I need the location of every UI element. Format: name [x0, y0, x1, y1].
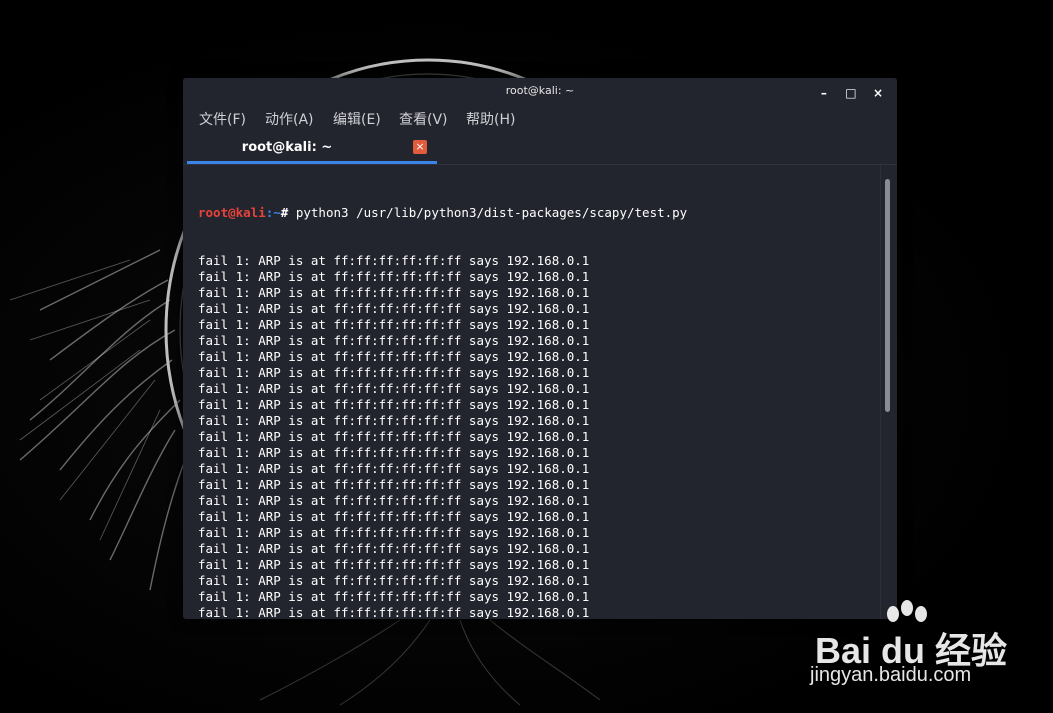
output-line: fail 1: ARP is at ff:ff:ff:ff:ff:ff says… — [198, 509, 590, 524]
output-line: fail 1: ARP is at ff:ff:ff:ff:ff:ff says… — [198, 253, 590, 268]
window-titlebar[interactable]: root@kali: ~ – □ × — [183, 78, 897, 104]
close-button[interactable]: × — [867, 84, 889, 102]
menu-action[interactable]: 动作(A) — [265, 109, 314, 129]
output-line: fail 1: ARP is at ff:ff:ff:ff:ff:ff says… — [198, 525, 590, 540]
scroll-thumb[interactable] — [885, 179, 890, 412]
output-line: fail 1: ARP is at ff:ff:ff:ff:ff:ff says… — [198, 557, 590, 572]
prompt-user: root@kali — [198, 205, 266, 220]
output-line: fail 1: ARP is at ff:ff:ff:ff:ff:ff says… — [198, 333, 590, 348]
baidu-watermark: Bai du 经验 jingyan.baidu.com — [805, 600, 1050, 710]
window-title: root@kali: ~ — [505, 84, 575, 97]
output-line: fail 1: ARP is at ff:ff:ff:ff:ff:ff says… — [198, 445, 590, 460]
terminal-window[interactable]: root@kali: ~ – □ × 文件(F) 动作(A) 编辑(E) 查看(… — [183, 78, 897, 619]
output-line: fail 1: ARP is at ff:ff:ff:ff:ff:ff says… — [198, 397, 590, 412]
prompt-symbol: # — [280, 205, 296, 220]
tab-active-indicator — [187, 161, 437, 164]
output-line: fail 1: ARP is at ff:ff:ff:ff:ff:ff says… — [198, 381, 590, 396]
output-line: fail 1: ARP is at ff:ff:ff:ff:ff:ff says… — [198, 461, 590, 476]
menu-file[interactable]: 文件(F) — [199, 109, 246, 129]
minimize-button[interactable]: – — [813, 84, 835, 102]
desktop: root@kali: ~ – □ × 文件(F) 动作(A) 编辑(E) 查看(… — [0, 0, 1053, 713]
menu-edit[interactable]: 编辑(E) — [333, 109, 381, 129]
output-line: fail 1: ARP is at ff:ff:ff:ff:ff:ff says… — [198, 605, 590, 619]
tab-label: root@kali: ~ — [241, 140, 333, 155]
menu-view[interactable]: 查看(V) — [399, 109, 448, 129]
output-line: fail 1: ARP is at ff:ff:ff:ff:ff:ff says… — [198, 301, 590, 316]
terminal-content[interactable]: root@kali:~# python3 /usr/lib/python3/di… — [183, 165, 897, 619]
output-line: fail 1: ARP is at ff:ff:ff:ff:ff:ff says… — [198, 541, 590, 556]
output-line: fail 1: ARP is at ff:ff:ff:ff:ff:ff says… — [198, 573, 590, 588]
maximize-button[interactable]: □ — [840, 84, 862, 102]
output-line: fail 1: ARP is at ff:ff:ff:ff:ff:ff says… — [198, 589, 590, 604]
output-line: fail 1: ARP is at ff:ff:ff:ff:ff:ff says… — [198, 477, 590, 492]
output-line: fail 1: ARP is at ff:ff:ff:ff:ff:ff says… — [198, 269, 590, 284]
output-line: fail 1: ARP is at ff:ff:ff:ff:ff:ff says… — [198, 365, 590, 380]
output-line: fail 1: ARP is at ff:ff:ff:ff:ff:ff says… — [198, 413, 590, 428]
window-controls: – □ × — [813, 82, 889, 100]
menu-help[interactable]: 帮助(H) — [466, 109, 515, 129]
output-line: fail 1: ARP is at ff:ff:ff:ff:ff:ff says… — [198, 429, 590, 444]
output-line: fail 1: ARP is at ff:ff:ff:ff:ff:ff says… — [198, 317, 590, 332]
output-lines: fail 1: ARP is at ff:ff:ff:ff:ff:ff says… — [198, 253, 878, 619]
menubar: 文件(F) 动作(A) 编辑(E) 查看(V) 帮助(H) — [183, 104, 897, 134]
output-line: fail 1: ARP is at ff:ff:ff:ff:ff:ff says… — [198, 493, 590, 508]
output-line: fail 1: ARP is at ff:ff:ff:ff:ff:ff says… — [198, 349, 590, 364]
watermark-url: jingyan.baidu.com — [810, 664, 972, 686]
terminal-output: root@kali:~# python3 /usr/lib/python3/di… — [198, 173, 878, 619]
prompt-path: :~ — [265, 205, 281, 220]
command-line: root@kali:~# python3 /usr/lib/python3/di… — [198, 205, 878, 221]
tab-root-kali[interactable]: root@kali: ~ × — [187, 134, 437, 164]
command-text: python3 /usr/lib/python3/dist-packages/s… — [295, 205, 688, 220]
scrollbar[interactable] — [880, 165, 897, 619]
tab-close-icon[interactable]: × — [413, 140, 427, 154]
output-line: fail 1: ARP is at ff:ff:ff:ff:ff:ff says… — [198, 285, 590, 300]
tab-bar: root@kali: ~ × — [183, 134, 897, 165]
